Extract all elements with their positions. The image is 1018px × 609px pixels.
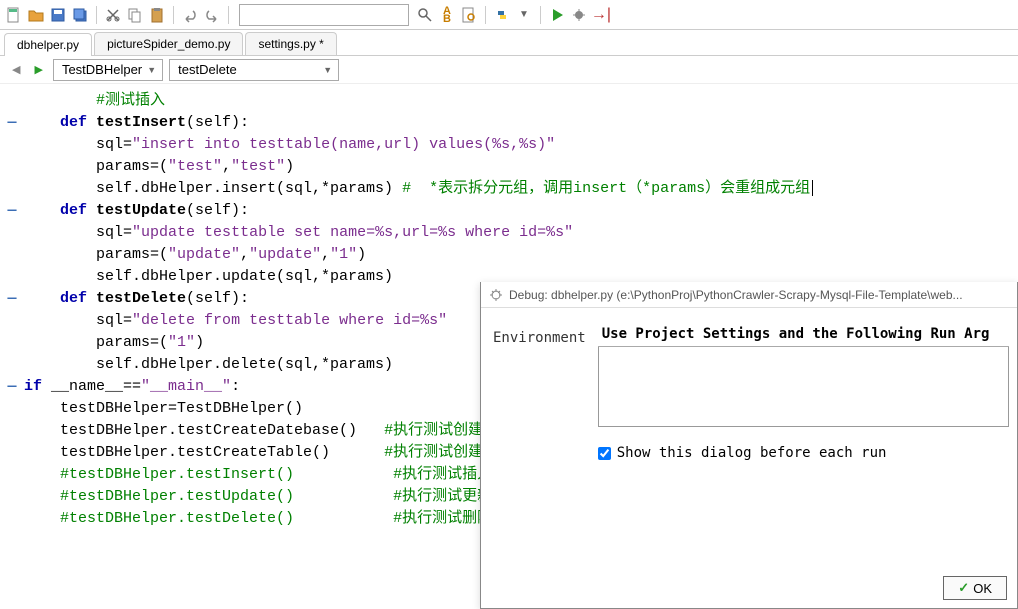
code-line: params=("test","test") [24, 156, 1018, 178]
tab-picturespider[interactable]: pictureSpider_demo.py [94, 32, 243, 55]
environment-label: Environment [493, 324, 586, 560]
save-icon[interactable] [48, 5, 68, 25]
toolbar-search-input[interactable] [239, 4, 409, 26]
text-cursor [812, 180, 813, 196]
debug-icon [489, 288, 503, 302]
code-nav-row: ◀ ▶ TestDBHelper testDelete [0, 56, 1018, 84]
debug-icon[interactable] [569, 5, 589, 25]
tab-settings[interactable]: settings.py * [245, 32, 336, 55]
ok-button-label: OK [973, 581, 992, 596]
show-dialog-checkbox[interactable] [598, 447, 611, 460]
run-icon[interactable] [547, 5, 567, 25]
toolbar-separator [540, 6, 541, 24]
nav-forward-icon[interactable]: ▶ [30, 63, 46, 76]
code-line: def testInsert(self): [24, 112, 1018, 134]
class-selector[interactable]: TestDBHelper [53, 59, 163, 81]
file-tabs: dbhelper.py pictureSpider_demo.py settin… [0, 30, 1018, 56]
new-file-icon[interactable] [4, 5, 24, 25]
fold-icon[interactable]: — [7, 376, 16, 398]
debug-dialog: Debug: dbhelper.py (e:\PythonProj\Python… [480, 282, 1018, 609]
code-line: params=("update","update","1") [24, 244, 1018, 266]
paste-icon[interactable] [147, 5, 167, 25]
toolbar-separator [228, 6, 229, 24]
main-toolbar: AB ▼ →| [0, 0, 1018, 30]
save-all-icon[interactable] [70, 5, 90, 25]
show-dialog-checkbox-row[interactable]: Show this dialog before each run [598, 445, 1009, 461]
copy-icon[interactable] [125, 5, 145, 25]
toolbar-separator [96, 6, 97, 24]
fold-icon[interactable]: — [7, 112, 16, 134]
run-args-input[interactable] [598, 347, 1009, 427]
show-dialog-checkbox-label: Show this dialog before each run [617, 445, 887, 461]
dialog-title-text: Debug: dbhelper.py (e:\PythonProj\Python… [509, 288, 963, 302]
find-replace-icon[interactable]: AB [437, 5, 457, 25]
toolbar-separator [173, 6, 174, 24]
find-in-files-icon[interactable] [459, 5, 479, 25]
dialog-titlebar[interactable]: Debug: dbhelper.py (e:\PythonProj\Python… [481, 282, 1017, 308]
nav-back-icon[interactable]: ◀ [8, 63, 24, 76]
fold-icon[interactable]: — [7, 288, 16, 310]
undo-icon[interactable] [180, 5, 200, 25]
search-icon[interactable] [415, 5, 435, 25]
fold-icon[interactable]: — [7, 200, 16, 222]
run-args-heading: Use Project Settings and the Following R… [598, 324, 1009, 347]
ok-button[interactable]: ✓ OK [943, 576, 1007, 600]
code-line: sql="update testtable set name=%s,url=%s… [24, 222, 1018, 244]
code-line: #测试插入 [24, 90, 1018, 112]
code-line: sql="insert into testtable(name,url) val… [24, 134, 1018, 156]
nav-down-icon[interactable]: ▼ [514, 5, 534, 25]
redo-icon[interactable] [202, 5, 222, 25]
code-line: def testUpdate(self): [24, 200, 1018, 222]
toolbar-separator [485, 6, 486, 24]
cut-icon[interactable] [103, 5, 123, 25]
python-icon[interactable] [492, 5, 512, 25]
code-line: self.dbHelper.insert(sql,*params) # *表示拆… [24, 178, 1018, 200]
method-selector[interactable]: testDelete [169, 59, 339, 81]
open-folder-icon[interactable] [26, 5, 46, 25]
step-into-icon[interactable]: →| [591, 5, 611, 25]
check-icon: ✓ [958, 580, 969, 596]
tab-dbhelper[interactable]: dbhelper.py [4, 33, 92, 56]
